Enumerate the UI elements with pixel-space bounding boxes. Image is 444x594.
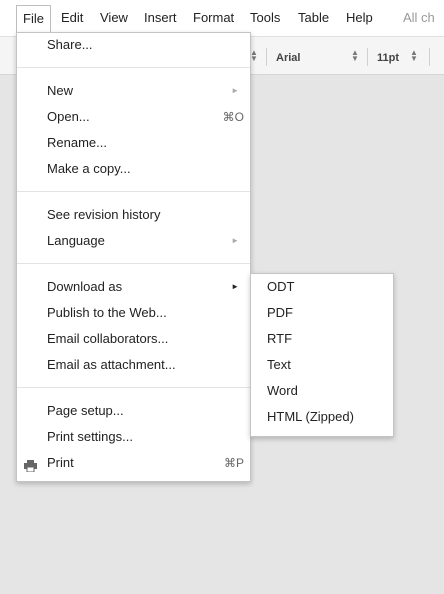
print-shortcut: ⌘P [223,456,244,470]
menu-item-print[interactable]: Print [47,455,74,471]
menu-item-page-setup[interactable]: Page setup... [47,403,124,419]
menu-item-email-attachment[interactable]: Email as attachment... [47,357,176,373]
menu-help[interactable]: Help [346,10,373,26]
submenu-item-html-zipped[interactable]: HTML (Zipped) [267,409,354,425]
font-size-select[interactable]: 11pt [377,52,399,65]
toolbar-divider [429,48,430,66]
menu-item-print-settings[interactable]: Print settings... [47,429,133,445]
toolbar-divider [367,48,368,66]
menu-insert[interactable]: Insert [144,10,177,26]
submenu-item-pdf[interactable]: PDF [267,305,293,321]
open-shortcut: ⌘O [222,110,244,124]
submenu-arrow-icon: ► [231,236,239,245]
download-as-submenu: ODT PDF RTF Text Word HTML (Zipped) [250,273,394,437]
menu-separator [17,191,250,192]
menu-separator [17,67,250,68]
font-size-arrows-icon[interactable]: ▲ ▼ [410,49,418,63]
style-select-arrows-icon[interactable]: ▲ ▼ [250,49,258,63]
file-menu: Share... New ► Open... ⌘O Rename... Make… [16,32,251,482]
menu-item-download-as[interactable]: Download as [47,279,122,295]
font-family-select[interactable]: Arial [276,52,300,65]
menu-item-email-collaborators[interactable]: Email collaborators... [47,331,168,347]
menubar: File Edit View Insert Format Tools Table… [0,0,444,36]
menu-item-rename[interactable]: Rename... [47,135,107,151]
menu-item-share[interactable]: Share... [47,37,93,53]
printer-icon [24,460,37,472]
menu-item-revision-history[interactable]: See revision history [47,207,160,223]
submenu-item-word[interactable]: Word [267,383,298,399]
toolbar-divider [266,48,267,66]
menu-item-publish[interactable]: Publish to the Web... [47,305,167,321]
menu-separator [17,387,250,388]
submenu-item-text[interactable]: Text [267,357,291,373]
submenu-item-rtf[interactable]: RTF [267,331,292,347]
submenu-arrow-icon: ► [231,86,239,95]
submenu-arrow-icon: ► [231,282,239,291]
menu-item-open[interactable]: Open... [47,109,90,125]
submenu-item-odt[interactable]: ODT [267,279,294,295]
menu-item-new[interactable]: New [47,83,73,99]
font-family-arrows-icon[interactable]: ▲ ▼ [351,49,359,63]
menu-item-language[interactable]: Language [47,233,105,249]
menu-view[interactable]: View [100,10,128,26]
menu-edit[interactable]: Edit [61,10,83,26]
save-status: All ch [403,10,435,25]
menu-table[interactable]: Table [298,10,329,26]
menu-separator [17,263,250,264]
menu-tools[interactable]: Tools [250,10,280,26]
menu-file[interactable]: File [16,5,51,33]
menu-item-make-copy[interactable]: Make a copy... [47,161,131,177]
menu-format[interactable]: Format [193,10,234,26]
